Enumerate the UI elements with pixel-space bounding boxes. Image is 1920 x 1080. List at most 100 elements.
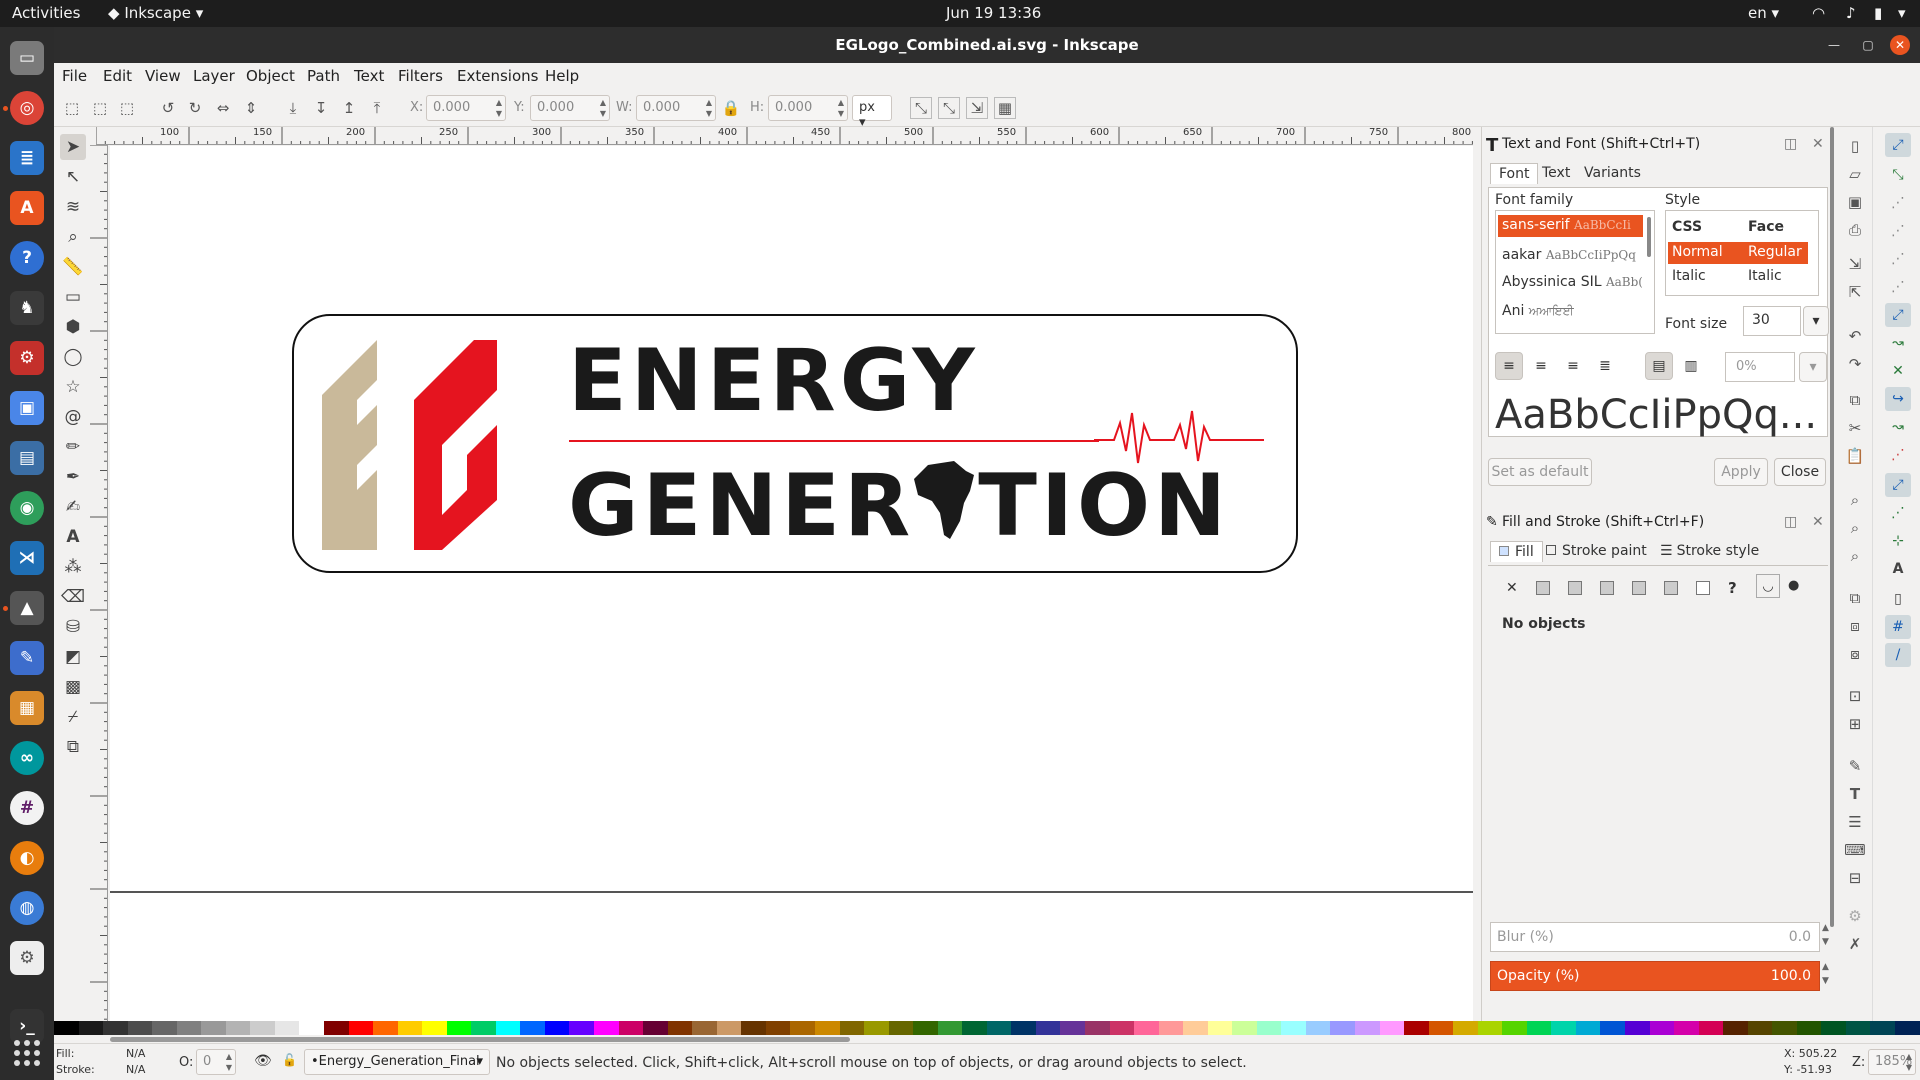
paste-icon[interactable]: 📋 [1844, 445, 1866, 467]
palette-swatch[interactable] [1109, 1021, 1135, 1035]
palette-swatch[interactable] [1232, 1021, 1257, 1035]
language-indicator[interactable]: en ▾ [1748, 4, 1779, 22]
settings-app-icon[interactable]: ⚙ [10, 941, 44, 975]
opacity-slider[interactable]: Opacity (%) 100.0 [1490, 961, 1820, 991]
browser-icon[interactable]: ◍ [10, 891, 44, 925]
x-input[interactable]: 0.000 ▲ ▼ [426, 95, 506, 121]
toggle-lock-icon[interactable]: 🔓 [282, 1053, 297, 1067]
palette-swatch[interactable] [1845, 1021, 1871, 1035]
palette-swatch[interactable] [103, 1021, 128, 1035]
arduino-icon[interactable]: ∞ [10, 741, 44, 775]
style-item[interactable]: Italic Italic [1668, 266, 1808, 288]
rotate-cw-icon[interactable]: ↻ [184, 97, 206, 119]
rotate-ccw-icon[interactable]: ↺ [157, 97, 179, 119]
justify-icon[interactable]: ≣ [1591, 352, 1619, 380]
font-item[interactable]: aakar AaBbCcIiPpQq [1502, 247, 1642, 263]
lower-icon[interactable]: ↧ [310, 97, 332, 119]
spray-tool-icon[interactable]: ⁂ [60, 554, 86, 580]
volume-icon[interactable]: ♪ [1846, 4, 1856, 22]
palette-swatch[interactable] [348, 1021, 374, 1035]
palette-swatch[interactable] [1281, 1021, 1306, 1035]
palette-swatch[interactable] [594, 1021, 619, 1035]
archive-icon[interactable]: ▦ [10, 691, 44, 725]
menu-layer[interactable]: Layer [193, 67, 235, 85]
text-editor-icon[interactable]: ✎ [10, 641, 44, 675]
palette-swatch[interactable] [1502, 1021, 1527, 1035]
palette-swatch[interactable] [1821, 1021, 1846, 1035]
rectangle-tool-icon[interactable]: ▭ [60, 284, 86, 310]
zoom-drawing-icon[interactable]: ⌕ [1844, 517, 1866, 539]
zoom-selection-icon[interactable]: ⌕ [1844, 489, 1866, 511]
menu-object[interactable]: Object [246, 67, 295, 85]
palette-swatch[interactable] [1600, 1021, 1625, 1035]
show-apps-icon[interactable] [14, 1040, 40, 1066]
redo-icon[interactable]: ↷ [1844, 353, 1866, 375]
set-as-default-button[interactable]: Set as default [1488, 458, 1592, 486]
palette-swatch[interactable] [1625, 1021, 1650, 1035]
text-tool-icon[interactable]: A [60, 524, 86, 550]
tab-text[interactable]: Text [1542, 165, 1570, 181]
palette-swatch[interactable] [1379, 1021, 1405, 1035]
layers-icon[interactable]: ☰ [1844, 811, 1866, 833]
blur-slider[interactable]: Blur (%) 0.0 [1490, 922, 1820, 952]
flip-vertical-icon[interactable]: ⇕ [240, 97, 262, 119]
undo-icon[interactable]: ↶ [1844, 325, 1866, 347]
open-icon[interactable]: ▱ [1844, 163, 1866, 185]
palette-swatch[interactable] [1796, 1021, 1822, 1035]
panel-close-icon[interactable]: ✕ [1812, 136, 1824, 152]
font-item[interactable]: Abyssinica SIL AaBb( [1502, 274, 1642, 290]
palette-swatch[interactable] [1747, 1021, 1773, 1035]
horizontal-text-icon[interactable]: ▤ [1645, 352, 1673, 380]
palette-swatch[interactable] [471, 1021, 496, 1035]
writer-icon[interactable]: ≣ [10, 141, 44, 175]
import-icon[interactable]: ⇲ [1844, 253, 1866, 275]
measure-tool-icon[interactable]: 📏 [60, 254, 86, 280]
mesh-gradient-icon[interactable] [1632, 581, 1646, 595]
palette-swatch[interactable] [1575, 1021, 1601, 1035]
snap-rotation-center-icon[interactable]: ⊹ [1885, 529, 1911, 553]
style-list[interactable]: CSS Face Normal Regular Italic Italic [1665, 210, 1819, 296]
palette-swatch[interactable] [299, 1021, 325, 1035]
palette-swatch[interactable] [618, 1021, 644, 1035]
current-layer-select[interactable]: •Energy_Generation_Final ▾ [304, 1049, 490, 1075]
activities-button[interactable]: Activities [12, 4, 80, 22]
color-palette[interactable] [54, 1021, 1920, 1035]
new-document-icon[interactable]: ▯ [1844, 135, 1866, 157]
palette-swatch[interactable] [1698, 1021, 1724, 1035]
menu-help[interactable]: Help [545, 67, 579, 85]
opacity-stepper[interactable]: ▲ ▼ [1822, 960, 1829, 988]
palette-swatch[interactable] [1060, 1021, 1085, 1035]
deselect-icon[interactable]: ⬚ [116, 97, 138, 119]
lock-icon[interactable]: 🔒 [720, 97, 742, 119]
group-icon[interactable]: ⊡ [1844, 685, 1866, 707]
flip-horizontal-icon[interactable]: ⇔ [212, 97, 234, 119]
gradient-tool-icon[interactable]: ◩ [60, 644, 86, 670]
lower-to-bottom-icon[interactable]: ⤓ [282, 97, 304, 119]
menu-view[interactable]: View [145, 67, 181, 85]
snap-page-border-icon[interactable]: ▯ [1885, 587, 1911, 611]
spiral-tool-icon[interactable]: @ [60, 404, 86, 430]
align-distribute-icon[interactable]: ⊟ [1844, 867, 1866, 889]
software-center-icon[interactable]: A [10, 191, 44, 225]
palette-swatch[interactable] [986, 1021, 1012, 1035]
pattern-icon[interactable] [1664, 581, 1678, 595]
snap-bbox-midpoint-icon[interactable]: ⋰ [1885, 247, 1911, 271]
scale-corners-icon[interactable]: ⤡ [938, 97, 960, 119]
paint-bucket-tool-icon[interactable]: ⛁ [60, 614, 86, 640]
calligraphy-tool-icon[interactable]: ✍ [60, 494, 86, 520]
w-input[interactable]: 0.000 ▲ ▼ [636, 95, 716, 121]
palette-swatch[interactable] [1404, 1021, 1429, 1035]
snap-bbox-edge-icon[interactable]: ⋰ [1885, 191, 1911, 215]
game-icon[interactable]: ♞ [10, 291, 44, 325]
energy-generation-logo[interactable]: ENERGY GENER TION [292, 314, 1298, 573]
unlink-clone-icon[interactable]: ⧇ [1844, 643, 1866, 665]
snap-guide-icon[interactable]: / [1885, 643, 1911, 667]
flat-color-icon[interactable] [1536, 581, 1550, 595]
font-size-dropdown[interactable]: ▾ [1803, 306, 1829, 336]
horizontal-scrollbar[interactable] [110, 1037, 850, 1042]
font-item-selected[interactable]: sans-serif AaBbCcIi [1498, 215, 1643, 237]
vertical-text-icon[interactable]: ▥ [1677, 352, 1705, 380]
snap-grid-icon[interactable]: # [1885, 615, 1911, 639]
panel-close-icon[interactable]: ✕ [1812, 514, 1824, 530]
files-icon[interactable]: ▭ [10, 41, 44, 75]
